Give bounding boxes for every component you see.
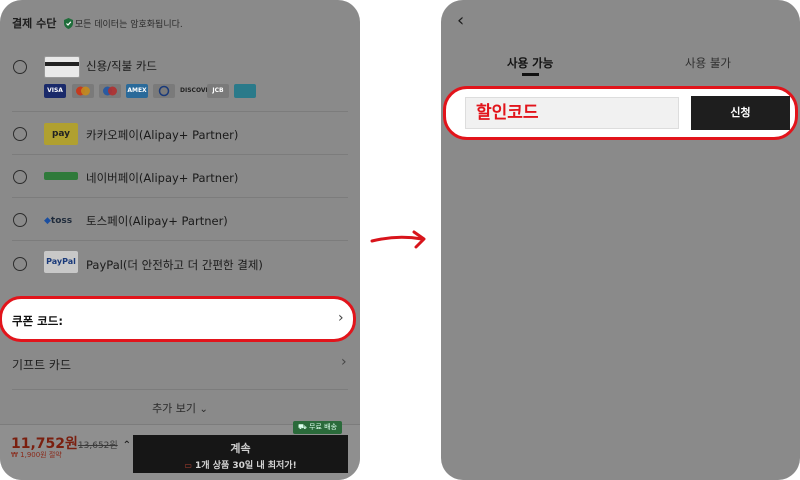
method-label: PayPal(더 안전하고 더 간편한 결제) xyxy=(86,258,263,272)
shield-icon xyxy=(63,18,73,32)
continue-button[interactable]: 계속 ▭ 1개 상품 30일 내 최저가! xyxy=(133,435,348,473)
tab-unavailable[interactable]: 사용 불가 xyxy=(685,55,731,71)
coupon-panel: ‹ 사용 가능 사용 불가 할인코드 신청 xyxy=(441,0,800,480)
paypal-logo: PayPal xyxy=(44,251,78,273)
card-icon xyxy=(44,56,80,78)
checkout-bar: 11,752원13,652원 ⌃ ₩ 1,900원 절약 ⛟ 무료 배송 계속 … xyxy=(0,421,360,480)
diners-logo xyxy=(153,84,175,98)
free-shipping-text: 무료 배송 xyxy=(309,423,338,431)
coupon-code-row[interactable]: 쿠폰 코드: › xyxy=(0,296,356,342)
amex-logo: AMEX xyxy=(126,84,148,98)
radio-button[interactable] xyxy=(13,170,27,184)
radio-button[interactable] xyxy=(13,127,27,141)
see-more-label: 추가 보기 xyxy=(152,402,197,415)
payment-method-card[interactable]: 신용/직불 카드 xyxy=(0,48,360,112)
see-more-button[interactable]: 추가 보기 ⌄ xyxy=(0,400,360,416)
transition-arrow-icon xyxy=(370,230,426,249)
tab-underline xyxy=(522,73,539,76)
jcb-logo: JCB xyxy=(207,84,229,98)
radio-button[interactable] xyxy=(13,60,27,74)
radio-button[interactable] xyxy=(13,213,27,227)
discover-logo: DISCOVER xyxy=(180,84,214,98)
payment-header: 결제 수단 모든 데이터는 암호화됩니다. xyxy=(12,15,183,32)
coupon-code-input[interactable]: 할인코드 xyxy=(465,97,679,129)
free-shipping-badge: ⛟ 무료 배송 xyxy=(293,421,343,434)
payment-method-naverpay[interactable]: 네이버페이(Alipay+ Partner) xyxy=(0,156,360,198)
maestro-logo xyxy=(99,84,121,98)
original-price: 13,652원 xyxy=(77,441,118,451)
back-icon[interactable]: ‹ xyxy=(457,10,464,31)
continue-label: 계속 xyxy=(230,442,251,455)
unionpay-logo xyxy=(234,84,256,98)
payment-title: 결제 수단 xyxy=(12,17,57,30)
coupon-code-label: 쿠폰 코드: xyxy=(12,314,63,328)
savings-note: ₩ 1,900원 절약 xyxy=(11,451,62,459)
chevron-up-icon[interactable]: ⌃ xyxy=(123,440,131,451)
chevron-right-icon: › xyxy=(341,354,347,370)
tab-available[interactable]: 사용 가능 xyxy=(507,55,553,71)
chevron-right-icon: › xyxy=(338,310,344,326)
divider xyxy=(12,111,348,112)
gift-card-row[interactable]: 기프트 카드 xyxy=(12,356,71,373)
naverpay-logo xyxy=(44,172,78,180)
method-label: 네이버페이(Alipay+ Partner) xyxy=(86,171,239,185)
payment-method-kakaopay[interactable]: pay 카카오페이(Alipay+ Partner) xyxy=(0,113,360,155)
kakaopay-logo: pay xyxy=(44,123,78,145)
divider xyxy=(12,154,348,155)
method-label: 신용/직불 카드 xyxy=(86,59,158,73)
payment-method-paypal[interactable]: PayPal PayPal(더 안전하고 더 간편한 결제) xyxy=(0,242,360,284)
mastercard-logo xyxy=(72,84,94,98)
method-label: 토스페이(Alipay+ Partner) xyxy=(86,214,228,228)
toss-text: toss xyxy=(50,216,73,226)
method-label: 카카오페이(Alipay+ Partner) xyxy=(86,128,239,142)
apply-button[interactable]: 신청 xyxy=(691,96,790,130)
divider xyxy=(12,197,348,198)
divider xyxy=(12,240,348,241)
payment-method-tosspay[interactable]: ◆toss 토스페이(Alipay+ Partner) xyxy=(0,199,360,241)
secure-note: 모든 데이터는 암호화됩니다. xyxy=(74,20,183,30)
visa-logo: VISA xyxy=(44,84,66,98)
divider xyxy=(12,389,348,390)
continue-note-text: 1개 상품 30일 내 최저가! xyxy=(195,461,297,471)
coupon-entry-highlight: 할인코드 신청 xyxy=(443,86,798,140)
continue-note: ▭ 1개 상품 30일 내 최저가! xyxy=(184,461,297,471)
chevron-down-icon: ⌄ xyxy=(199,404,208,415)
tosspay-logo: ◆toss xyxy=(44,216,73,226)
payment-panel: 결제 수단 모든 데이터는 암호화됩니다. 신용/직불 카드 VISA AMEX… xyxy=(0,0,360,480)
radio-button[interactable] xyxy=(13,257,27,271)
